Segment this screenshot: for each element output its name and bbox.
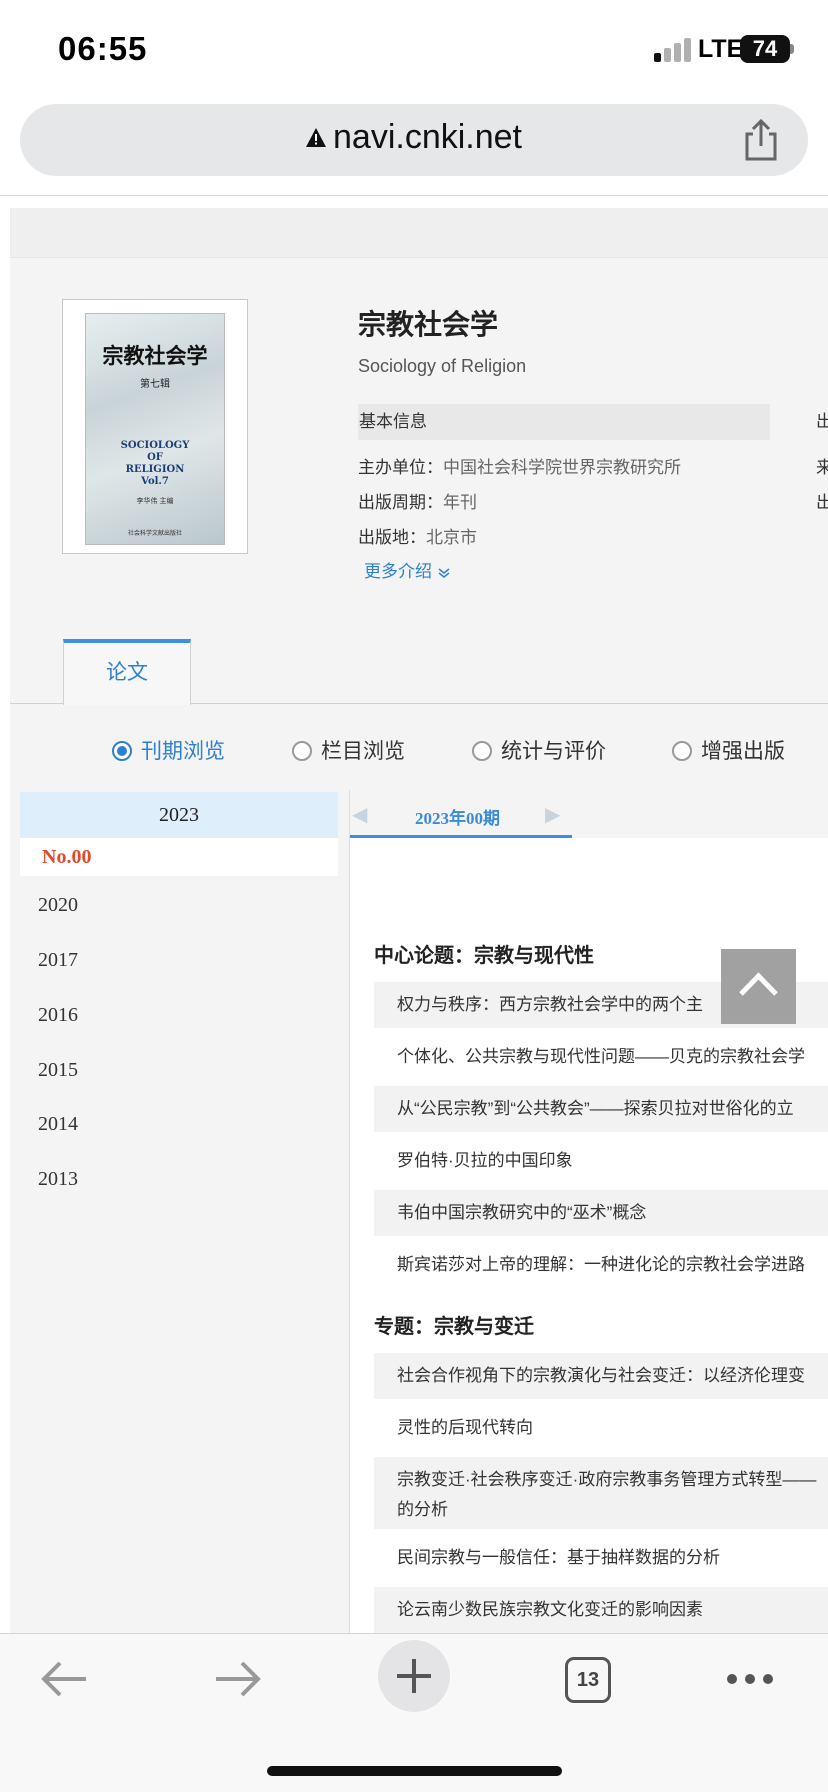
radio-issue-browse[interactable]: 刊期浏览	[112, 735, 225, 765]
info-value: 北京市	[426, 528, 477, 547]
prev-issue-arrow-icon[interactable]: ◀	[352, 802, 367, 827]
battery-tip	[790, 44, 794, 54]
more-options-icon[interactable]	[726, 1669, 774, 1689]
cover-subtitle: 第七辑	[140, 379, 170, 390]
issue-item-selected[interactable]: No.00	[20, 838, 338, 876]
radio-dot[interactable]	[472, 741, 492, 761]
home-indicator	[267, 1766, 562, 1776]
radio-statistics[interactable]: 统计与评价	[472, 735, 606, 765]
cover-english-line: SOCIOLOGY	[120, 440, 190, 451]
radio-dot[interactable]	[672, 741, 692, 761]
status-time: 06:55	[58, 30, 148, 67]
radio-dot[interactable]	[112, 741, 132, 761]
url-text[interactable]: navi.cnki.net	[333, 118, 522, 157]
radio-label: 增强出版	[701, 740, 785, 763]
network-type: LTE	[698, 35, 744, 63]
info-cut-text: 来	[816, 458, 828, 477]
info-key: 出版周期：	[358, 493, 443, 512]
article-link[interactable]: 罗伯特·贝拉的中国印象	[374, 1138, 828, 1184]
article-link[interactable]: 社会合作视角下的宗教演化与社会变迁：以经济伦理变	[374, 1353, 828, 1399]
article-link[interactable]: 个体化、公共宗教与现代性问题——贝克的宗教社会学	[374, 1034, 828, 1080]
battery-icon: 74	[740, 35, 790, 63]
year-item[interactable]: 2020	[38, 894, 78, 917]
info-row-frequency: 出版周期：年刊	[358, 488, 477, 513]
cover-english-line: Vol.7	[141, 476, 169, 487]
info-section-header: 基本信息	[358, 404, 770, 440]
tabs-count-button[interactable]: 13	[565, 1657, 611, 1703]
divider	[0, 195, 828, 196]
cover-publisher: 社会科学文献出版社	[127, 531, 182, 537]
year-item[interactable]: 2015	[38, 1059, 78, 1082]
more-intro-link[interactable]: 更多介绍	[364, 557, 451, 582]
section-title: 专题：宗教与变迁	[374, 1316, 534, 1338]
journal-english-title: Sociology of Religion	[358, 356, 527, 376]
forward-arrow-icon[interactable]	[212, 1659, 264, 1699]
year-item[interactable]: 2013	[38, 1168, 78, 1191]
info-section-header-cut: 出	[816, 412, 828, 431]
info-row-sponsor: 主办单位：中国社会科学院世界宗教研究所	[358, 453, 681, 478]
back-arrow-icon[interactable]	[38, 1659, 90, 1699]
journal-title: 宗教社会学	[358, 309, 499, 340]
double-chevron-down-icon	[438, 568, 450, 578]
issue-tab-current[interactable]: 2023年00期	[415, 804, 500, 829]
radio-label: 刊期浏览	[141, 740, 225, 763]
more-intro-label: 更多介绍	[364, 562, 432, 581]
cover-english-title: SOCIOLOGY OF RELIGION Vol.7	[85, 440, 225, 488]
info-value: 中国社会科学院世界宗教研究所	[443, 458, 681, 477]
article-link[interactable]: 民间宗教与一般信任：基于抽样数据的分析	[374, 1535, 828, 1581]
year-item-current[interactable]: 2023	[20, 792, 338, 838]
radio-label: 栏目浏览	[321, 740, 405, 763]
cover-title: 宗教社会学	[102, 343, 208, 368]
cover-editor: 李华伟 主编	[136, 498, 174, 505]
article-link[interactable]: 韦伯中国宗教研究中的“巫术”概念	[374, 1190, 828, 1236]
warning-icon	[306, 128, 326, 147]
info-value: 年刊	[443, 493, 477, 512]
tab-papers[interactable]: 论文	[63, 639, 191, 705]
year-item[interactable]: 2017	[38, 949, 78, 972]
cover-english-line: OF	[147, 452, 163, 463]
radio-column-browse[interactable]: 栏目浏览	[292, 735, 405, 765]
article-link[interactable]: 从“公民宗教”到“公共教会”——探索贝拉对世俗化的立	[374, 1086, 828, 1132]
cover-english-line: RELIGION	[125, 464, 185, 475]
info-key: 出版地：	[358, 528, 426, 547]
info-key: 主办单位：	[358, 458, 443, 477]
article-link[interactable]: 宗教变迁·社会秩序变迁·政府宗教事务管理方式转型——的分析	[374, 1457, 828, 1529]
share-icon[interactable]	[740, 118, 782, 162]
article-link[interactable]: 灵性的后现代转向	[374, 1405, 828, 1451]
radio-label: 统计与评价	[501, 740, 606, 763]
article-link[interactable]: 斯宾诺莎对上帝的理解：一种进化论的宗教社会学进路	[374, 1242, 828, 1288]
next-issue-arrow-icon[interactable]: ▶	[545, 802, 560, 827]
chevron-up-icon	[739, 972, 778, 996]
radio-enhanced-publishing[interactable]: 增强出版	[672, 735, 785, 765]
back-to-top-button[interactable]	[721, 949, 796, 1024]
radio-dot[interactable]	[292, 741, 312, 761]
section-title: 中心论题：宗教与现代性	[374, 945, 594, 967]
info-row-place: 出版地：北京市	[358, 523, 477, 548]
plus-icon[interactable]	[394, 1656, 434, 1696]
info-cut-text: 出	[816, 493, 828, 512]
page-header-strip	[10, 208, 828, 258]
article-link[interactable]: 论云南少数民族宗教文化变迁的影响因素	[374, 1587, 828, 1633]
cellular-signal-icon	[654, 36, 692, 62]
year-item[interactable]: 2016	[38, 1004, 78, 1027]
year-item[interactable]: 2014	[38, 1113, 78, 1136]
